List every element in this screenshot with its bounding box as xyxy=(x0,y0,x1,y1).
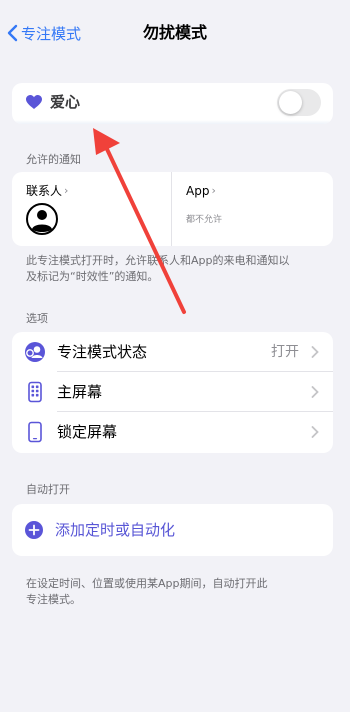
auto-on-header: 自动打开 xyxy=(26,483,70,496)
add-schedule-button[interactable]: 添加定时或自动化 xyxy=(12,504,333,556)
heart-icon xyxy=(26,95,42,109)
contacts-cell[interactable]: 联系人 › xyxy=(12,172,172,246)
navigation-bar: 专注模式 勿扰模式 xyxy=(0,0,350,64)
lock-screen-icon xyxy=(28,421,42,443)
app-label: App xyxy=(186,184,210,198)
lock-screen-row[interactable]: 锁定屏幕 xyxy=(12,412,333,452)
app-cell[interactable]: App › 都不允许 xyxy=(172,172,333,246)
add-circle-icon xyxy=(25,521,43,539)
contact-avatar-icon xyxy=(26,203,58,235)
lock-screen-label: 锁定屏幕 xyxy=(57,423,118,441)
options-card: 专注模式状态 打开 主屏幕 锁定屏幕 xyxy=(12,332,333,453)
options-header: 选项 xyxy=(26,312,48,325)
chevron-right-icon: › xyxy=(211,184,216,197)
toggle-knob xyxy=(279,91,302,114)
auto-on-card: 添加定时或自动化 xyxy=(12,504,333,556)
chevron-right-icon xyxy=(311,426,319,438)
home-screen-row[interactable]: 主屏幕 xyxy=(12,372,333,412)
focus-toggle[interactable] xyxy=(277,89,321,116)
auto-on-footnote: 在设定时间、位置或使用某App期间，自动打开此 专注模式。 xyxy=(26,576,326,608)
home-screen-icon xyxy=(28,381,42,403)
home-screen-label: 主屏幕 xyxy=(57,383,103,401)
allowed-notifications-footnote: 此专注模式打开时，允许联系人和App的来电和通知以 及标记为“时效性”的通知。 xyxy=(26,253,326,285)
focus-status-value: 打开 xyxy=(271,344,299,360)
chevron-right-icon xyxy=(311,346,319,358)
allowed-notifications-card: 联系人 › App › 都不允许 xyxy=(12,172,333,246)
footnote-line: 及标记为“时效性”的通知。 xyxy=(26,270,159,283)
footnote-line: 此专注模式打开时，允许联系人和App的来电和通知以 xyxy=(26,254,290,267)
chevron-right-icon xyxy=(311,386,319,398)
allowed-notifications-header: 允许的通知 xyxy=(26,153,81,166)
app-allowed-status: 都不允许 xyxy=(186,215,223,225)
focus-name-label: 爱心 xyxy=(50,93,81,111)
page-title: 勿扰模式 xyxy=(142,23,207,42)
focus-status-row[interactable]: 专注模式状态 打开 xyxy=(12,332,333,372)
card-divider xyxy=(12,120,333,124)
chevron-right-icon: › xyxy=(64,184,69,197)
add-schedule-label: 添加定时或自动化 xyxy=(55,521,176,539)
focus-name-card: 爱心 xyxy=(12,83,333,124)
focus-status-icon xyxy=(25,342,45,362)
contacts-label: 联系人 xyxy=(26,184,63,198)
footnote-line: 专注模式。 xyxy=(26,593,81,606)
footnote-line: 在设定时间、位置或使用某App期间，自动打开此 xyxy=(26,577,268,590)
focus-status-label: 专注模式状态 xyxy=(57,343,148,361)
